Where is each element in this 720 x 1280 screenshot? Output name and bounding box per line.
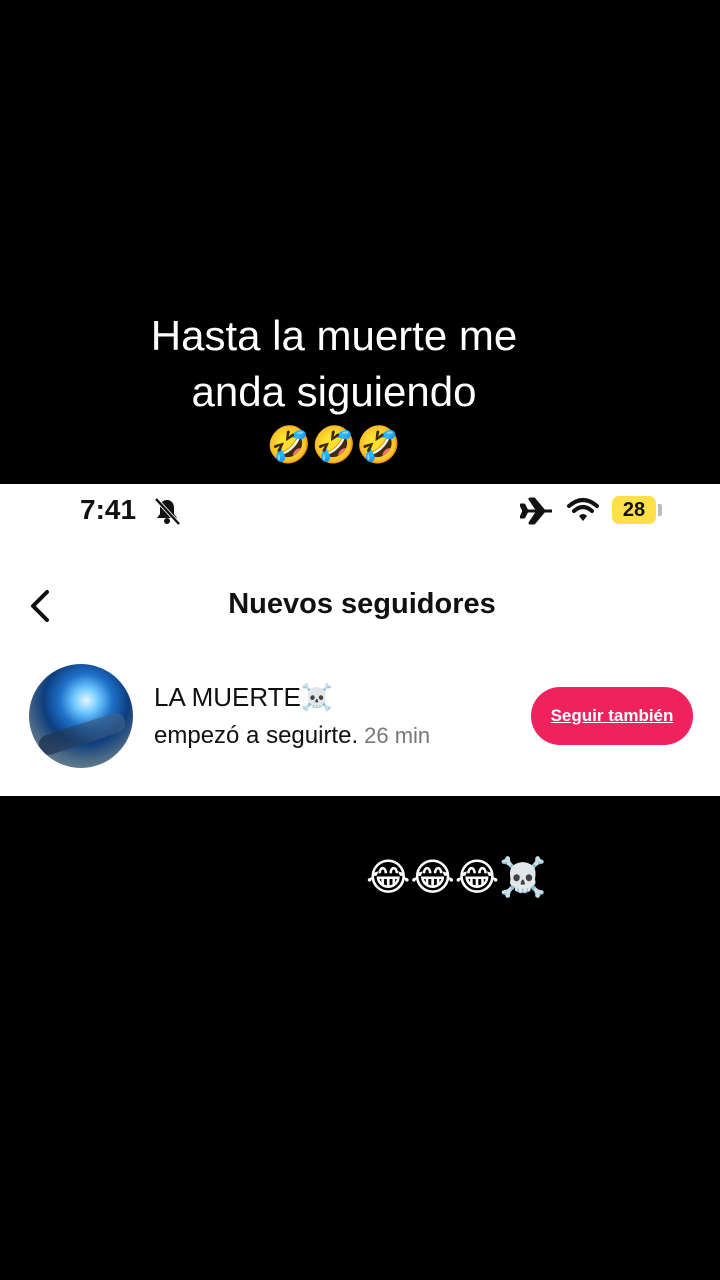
page-title: Nuevos seguidores [228, 588, 496, 620]
follower-name-text: LA MUERTE [154, 682, 301, 712]
screenshot-panel: 7:41 28 Nuevos seguidores LA MUERTE☠️ em… [0, 484, 720, 796]
battery-tip [658, 504, 662, 516]
status-bar: 7:41 28 [0, 484, 720, 538]
time-ago: 26 min [364, 723, 431, 748]
follower-name[interactable]: LA MUERTE☠️ [154, 682, 333, 713]
follow-back-button[interactable]: Seguir también [531, 687, 693, 745]
avatar[interactable] [29, 664, 133, 768]
caption-line-1: Hasta la muerte me [150, 312, 518, 359]
airplane-icon [520, 497, 552, 525]
follower-activity: empezó a seguirte. 26 min [154, 722, 430, 750]
skull-icon: ☠️ [300, 683, 334, 713]
activity-text: empezó a seguirte. [154, 722, 359, 749]
caption-overlay: Hasta la muerte me anda siguiendo 🤣🤣🤣 [0, 308, 668, 472]
wifi-icon [567, 498, 599, 521]
caption-line-2: anda siguiendo [191, 368, 477, 415]
status-time: 7:41 [80, 494, 137, 525]
battery-icon: 28 [612, 496, 656, 524]
bottom-emojis: 😂😂😂☠️ [366, 855, 547, 899]
battery-level: 28 [622, 498, 646, 521]
caption-emojis: 🤣🤣🤣 [266, 425, 402, 466]
bell-muted-icon [154, 497, 181, 526]
